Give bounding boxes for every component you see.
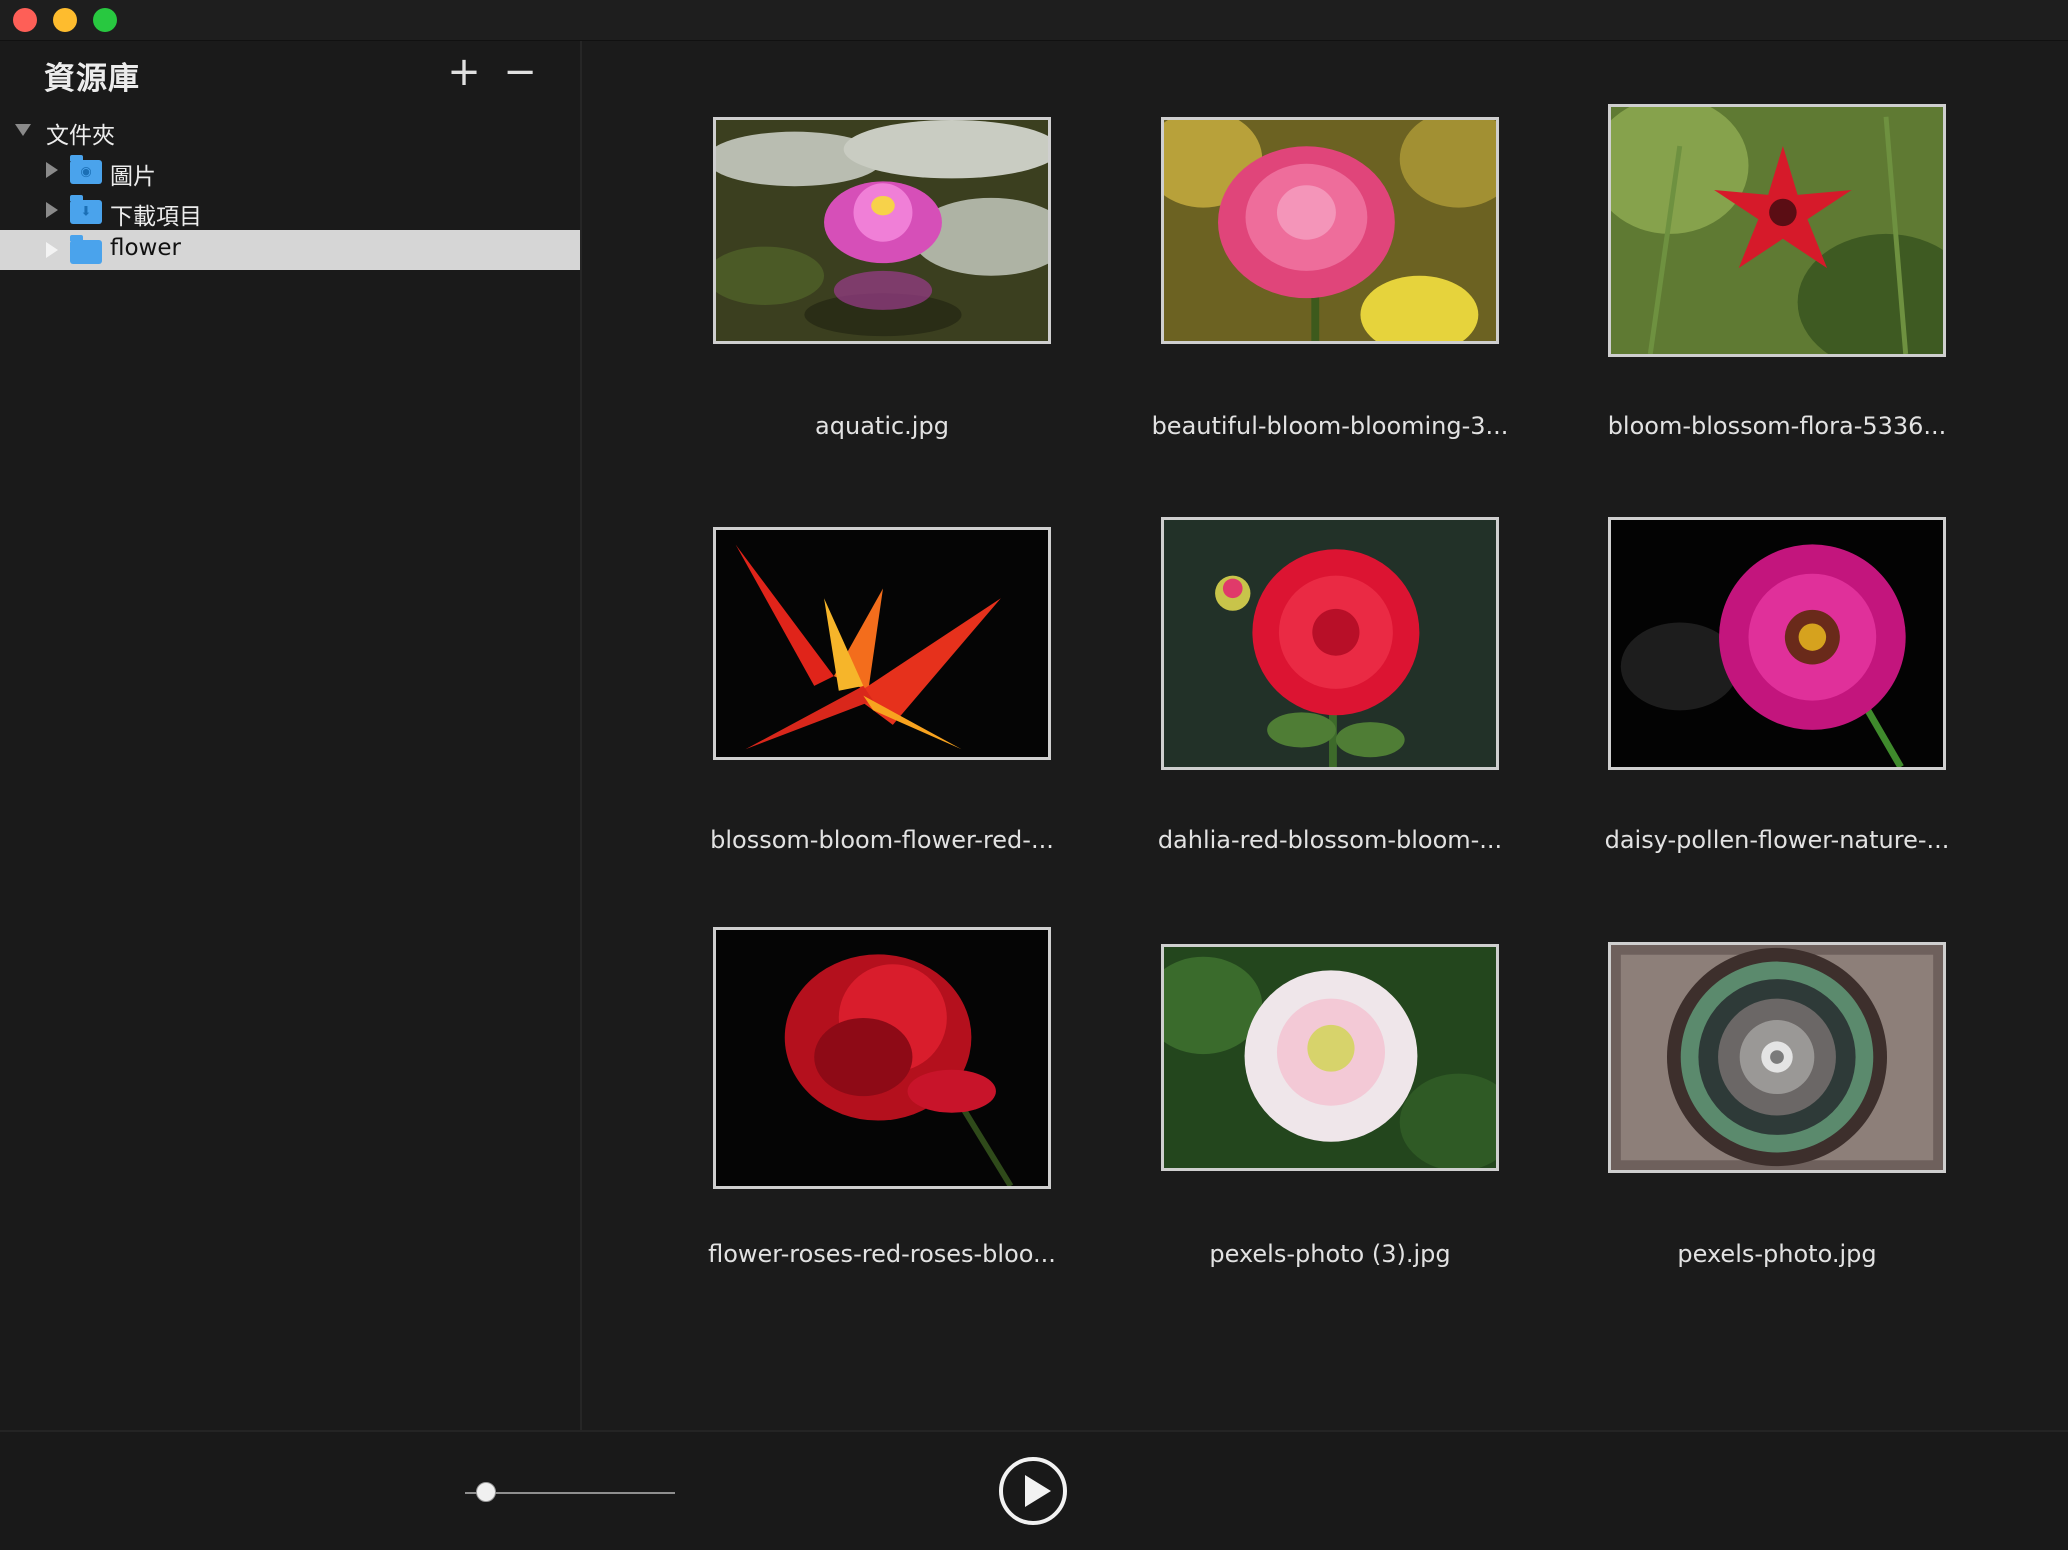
tree-item-label: 下載項目 (110, 204, 202, 230)
slider-knob[interactable] (476, 1482, 496, 1502)
red-rose-image (716, 930, 1048, 1186)
library-title: 資源庫 (44, 61, 140, 97)
thumbnail-caption: bloom-blossom-flora-5336... (1607, 412, 1947, 440)
thumbnail-bloom-blossom[interactable] (1608, 104, 1946, 357)
water-lily-image (716, 120, 1048, 341)
disclosure-down-icon[interactable] (15, 124, 31, 136)
add-folder-button[interactable]: + (439, 47, 489, 97)
thumbnail-blossom-bloom[interactable] (713, 527, 1051, 760)
thumbnail-pexels-photo-3[interactable] (1161, 944, 1499, 1171)
remove-folder-button[interactable]: − (495, 47, 545, 97)
close-window-button[interactable] (13, 8, 37, 32)
folder-download-icon: ⬇ (70, 195, 102, 224)
pink-dahlia-image (1164, 120, 1496, 341)
tree-item-downloads[interactable]: ⬇ 下載項目 (0, 190, 580, 230)
pink-daisy-image (1611, 520, 1943, 767)
tree-item-label: 圖片 (110, 164, 156, 190)
thumbnail-dahlia-red[interactable] (1161, 517, 1499, 770)
thumbnail-caption: pexels-photo.jpg (1677, 1240, 1877, 1268)
thumbnail-caption: flower-roses-red-roses-bloo... (708, 1240, 1056, 1268)
red-dahlia-image (1164, 520, 1496, 767)
tree-item-folders[interactable]: 文件夾 (0, 110, 580, 150)
maximize-window-button[interactable] (93, 8, 117, 32)
thumbnail-flower-roses[interactable] (713, 927, 1051, 1189)
thumbnail-size-slider[interactable] (465, 1492, 675, 1494)
folder-camera-icon: ◉ (70, 155, 102, 184)
red-flower-image (1611, 107, 1943, 354)
bird-of-paradise-image (716, 530, 1048, 757)
slideshow-play-button[interactable] (999, 1457, 1067, 1525)
thumbnail-daisy-pollen[interactable] (1608, 517, 1946, 770)
tree-item-label: flower (110, 235, 181, 261)
play-icon (1025, 1475, 1051, 1507)
folder-icon (70, 235, 102, 264)
disclosure-right-icon[interactable] (46, 202, 58, 218)
bottom-toolbar (0, 1430, 2068, 1550)
tree-item-flower[interactable]: flower (0, 230, 580, 270)
disclosure-right-icon[interactable] (46, 162, 58, 178)
tree-item-pictures[interactable]: ◉ 圖片 (0, 150, 580, 190)
minimize-window-button[interactable] (53, 8, 77, 32)
thumbnail-caption: aquatic.jpg (815, 412, 949, 440)
thumbnail-caption: beautiful-bloom-blooming-3... (1151, 412, 1509, 440)
disclosure-right-icon[interactable] (46, 242, 58, 258)
thumbnail-pexels-photo[interactable] (1608, 942, 1946, 1173)
thumbnail-caption: dahlia-red-blossom-bloom-... (1157, 826, 1503, 854)
tree-item-label: 文件夾 (46, 123, 115, 149)
image-gallery: aquatic.jpg beautiful-bloom-blooming-3..… (582, 41, 2068, 1430)
thumbnail-aquatic[interactable] (713, 117, 1051, 344)
sidebar: 資源庫 + − 文件夾 ◉ 圖片 ⬇ 下載項目 flower (0, 41, 582, 1430)
white-dahlia-image (1164, 947, 1496, 1168)
thumbnail-caption: pexels-photo (3).jpg (1209, 1240, 1451, 1268)
thumbnail-caption: daisy-pollen-flower-nature-... (1604, 826, 1950, 854)
thumbnail-caption: blossom-bloom-flower-red-... (710, 826, 1054, 854)
title-bar (0, 0, 2068, 41)
thumbnail-beautiful-bloom[interactable] (1161, 117, 1499, 344)
ornate-ceiling-image (1611, 945, 1943, 1170)
